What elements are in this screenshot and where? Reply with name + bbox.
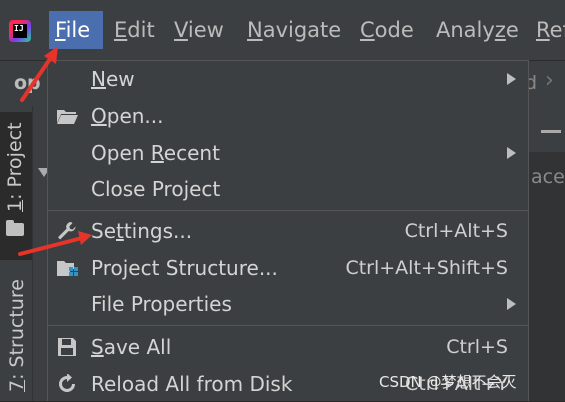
shortcut-project-structure: Ctrl+Alt+Shift+S — [345, 257, 508, 279]
reload-icon — [59, 374, 75, 392]
side-tab-project-label[interactable]: 1: Project — [4, 122, 26, 212]
menu-refactor[interactable]: Ref — [530, 11, 565, 49]
editor-text-fragment: ace — [531, 166, 565, 188]
menu-item-new[interactable]: New — [48, 61, 528, 97]
shortcut-settings: Ctrl+Alt+S — [404, 220, 508, 242]
project-structure-icon — [57, 261, 78, 276]
side-tab-structure-label[interactable]: 7: Structure — [6, 279, 28, 392]
menu-code[interactable]: Code — [354, 11, 420, 49]
save-icon — [58, 338, 76, 356]
menu-item-file-properties[interactable]: File Properties — [48, 286, 528, 322]
menu-edit[interactable]: Edit — [108, 11, 161, 49]
menu-navigate[interactable]: Navigate — [241, 11, 347, 49]
app-logo-text: IJ — [14, 24, 24, 33]
menu-view[interactable]: View — [168, 11, 230, 49]
menu-item-project-structure[interactable]: Project Structure... Ctrl+Alt+Shift+S — [48, 250, 528, 286]
shortcut-save-all: Ctrl+S — [446, 336, 508, 358]
menu-item-save-all[interactable]: Save All Ctrl+S — [48, 329, 528, 365]
menu-separator — [48, 325, 528, 326]
menu-item-close-project[interactable]: Close Project — [48, 171, 528, 207]
menu-file[interactable]: File — [49, 11, 103, 49]
watermark-text: CSDN @梦想不会灭 — [379, 373, 517, 391]
wrench-icon — [58, 222, 76, 240]
menu-item-open-recent[interactable]: Open Recent — [48, 135, 528, 171]
submenu-arrow-icon — [507, 73, 516, 85]
folder-icon — [6, 220, 24, 236]
menu-analyze[interactable]: Analyze — [430, 11, 525, 49]
menu-separator — [48, 210, 528, 211]
editor-side-panel — [529, 152, 565, 401]
submenu-arrow-icon — [507, 298, 516, 310]
menu-item-open[interactable]: Open... — [48, 98, 528, 134]
file-menu-dropdown: New Open... Open Recent Close Project Se… — [47, 60, 529, 401]
minimize-icon[interactable] — [541, 130, 561, 133]
breadcrumb-fragment[interactable]: op — [14, 72, 41, 94]
menu-bar: IJ File Edit View Navigate Code Analyze … — [0, 0, 565, 61]
chevron-right-icon: › — [545, 68, 554, 93]
open-folder-icon — [57, 110, 78, 124]
submenu-arrow-icon — [507, 147, 516, 159]
menu-item-settings[interactable]: Settings... Ctrl+Alt+S — [48, 213, 528, 249]
app-logo-icon[interactable]: IJ — [9, 20, 31, 42]
